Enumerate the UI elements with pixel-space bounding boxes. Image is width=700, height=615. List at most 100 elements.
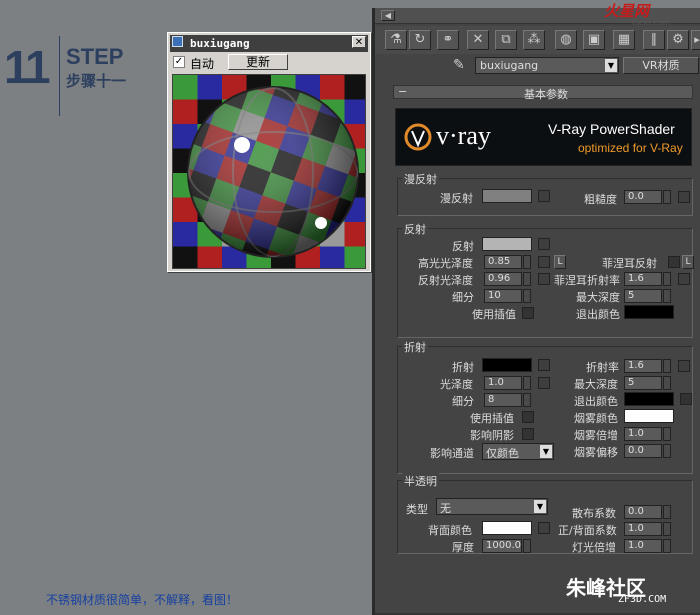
unique-icon[interactable]: ⁂ [523,30,545,50]
refl-subdivs-arrows[interactable] [523,289,531,303]
roughness-spinner-arrows[interactable] [663,190,671,204]
chevron-down-icon[interactable]: ▼ [605,59,617,72]
refl-gloss-arrows[interactable] [523,272,531,286]
ior-map-button[interactable] [678,360,690,372]
refr-gloss-spinner[interactable]: 1.0 [484,376,522,390]
material-type-button[interactable]: VR材质 [623,57,699,74]
trans-type-dropdown[interactable]: 无 ▼ [436,498,548,515]
fog-color-label: 烟雾颜色 [574,412,618,425]
scatter-arrows[interactable] [663,505,671,519]
refr-max-depth-arrows[interactable] [663,376,671,390]
refr-gloss-map-button[interactable] [538,377,550,389]
refract-map-button[interactable] [538,359,550,371]
reflect-label: 反射 [452,240,474,253]
affect-channels-dropdown[interactable]: 仅颜色 ▼ [482,443,554,460]
ior-arrows[interactable] [663,359,671,373]
refr-exit-color-swatch[interactable] [624,392,674,406]
caption-note: 不锈钢材质很简单，不解释，看图！ [46,593,239,607]
fog-mult-spinner[interactable]: 1.0 [624,427,662,441]
diffuse-label: 漫反射 [440,192,473,205]
refl-subdivs-spinner[interactable]: 10 [484,289,522,303]
preview-toolbar: ✓ 自动 更新 [170,53,368,71]
hilight-gloss-arrows[interactable] [523,255,531,269]
chevron-down-icon[interactable]: ▼ [540,445,552,458]
thickness-arrows[interactable] [523,539,531,553]
material-name-field[interactable]: buxiugang ▼ [475,57,619,74]
affect-shadows-checkbox[interactable] [522,428,534,440]
refract-color-swatch[interactable] [482,358,532,372]
fresnel-lock-button[interactable]: L [682,255,694,269]
light-mult-arrows[interactable] [663,539,671,553]
chevron-down-icon[interactable]: ▼ [534,500,546,513]
diffuse-map-button[interactable] [538,190,550,202]
roughness-spinner[interactable]: 0.0 [624,190,662,204]
fog-bias-spinner[interactable]: 0.0 [624,444,662,458]
put-to-scene-icon[interactable]: ↻ [409,30,431,50]
roughness-map-button[interactable] [678,191,690,203]
fresnel-checkbox[interactable] [668,256,680,268]
fog-color-swatch[interactable] [624,409,674,423]
hilight-lock-button[interactable]: L [554,255,566,269]
vray-logo-text: v·ray [436,121,491,150]
refl-subdivs-label: 细分 [452,291,474,304]
scatter-spinner[interactable]: 0.0 [624,505,662,519]
refl-gloss-map-button[interactable] [538,273,550,285]
show-end-result-icon[interactable]: ∥ [643,30,665,50]
refl-max-depth-label: 最大深度 [576,291,620,304]
fresnel-ior-spinner[interactable]: 1.6 [624,272,662,286]
hxsd-watermark-url: hxsd.com [632,18,671,27]
get-material-icon[interactable]: ⚗ [385,30,407,50]
ior-spinner[interactable]: 1.6 [624,359,662,373]
refl-max-depth-arrows[interactable] [663,289,671,303]
trans-type-label: 类型 [406,503,428,516]
reflect-map-button[interactable] [538,238,550,250]
hilight-gloss-map-button[interactable] [538,256,550,268]
hilight-gloss-label: 高光光泽度 [418,257,473,270]
pick-material-eyedropper-icon[interactable]: ✎ [453,57,469,75]
vray-banner-line2: optimized for V-Ray [578,141,683,155]
go-forward-icon[interactable]: ▸ [691,30,700,50]
refraction-group-title: 折射 [402,339,428,355]
back-color-map-button[interactable] [538,522,550,534]
refr-subdivs-arrows[interactable] [523,393,531,407]
fresnel-ior-arrows[interactable] [663,272,671,286]
zf3d-watermark-url: ZF3D.COM [618,594,667,605]
go-to-parent-icon[interactable]: ⚙ [667,30,689,50]
refl-use-interp-checkbox[interactable] [522,307,534,319]
auto-checkbox[interactable]: ✓ [173,56,185,68]
vray-banner-line1: V-Ray PowerShader [548,121,675,137]
refl-max-depth-spinner[interactable]: 5 [624,289,662,303]
material-id-icon[interactable]: ▣ [583,30,605,50]
assign-material-icon[interactable]: ⚭ [437,30,459,50]
scroll-left-button[interactable]: ◀ [381,10,395,21]
copy-material-icon[interactable]: ⧉ [495,30,517,50]
reflect-color-swatch[interactable] [482,237,532,251]
fog-mult-arrows[interactable] [663,427,671,441]
refr-max-depth-spinner[interactable]: 5 [624,376,662,390]
material-editor-panel: ◀ ⚗ ↻ ⚭ ✕ ⧉ ⁂ ◍ ▣ ▦ ∥ ⚙ ▸ ✎ buxiugang ▼ … [372,8,700,615]
refr-use-interp-checkbox[interactable] [522,411,534,423]
thickness-spinner[interactable]: 1000.0 [482,539,522,553]
save-to-library-icon[interactable]: ◍ [555,30,577,50]
fresnel-ior-label: 菲涅耳折射率 [554,274,620,287]
refr-subdivs-spinner[interactable]: 8 [484,393,522,407]
refl-exit-color-label: 退出颜色 [576,308,620,321]
rollout-header[interactable]: − 基本参数 [393,85,693,101]
diffuse-color-swatch[interactable] [482,189,532,203]
light-mult-spinner[interactable]: 1.0 [624,539,662,553]
reset-map-icon[interactable]: ✕ [467,30,489,50]
refr-exit-color-checkbox[interactable] [680,393,692,405]
fwd-back-spinner[interactable]: 1.0 [624,522,662,536]
refl-exit-color-swatch[interactable] [624,305,674,319]
refr-gloss-arrows[interactable] [523,376,531,390]
close-button[interactable]: ✕ [352,36,366,48]
fwd-back-arrows[interactable] [663,522,671,536]
hilight-gloss-spinner[interactable]: 0.85 [484,255,522,269]
fog-bias-arrows[interactable] [663,444,671,458]
back-color-swatch[interactable] [482,521,532,535]
update-button[interactable]: 更新 [228,54,288,70]
preview-title-bar[interactable]: buxiugang [170,35,368,52]
show-map-icon[interactable]: ▦ [613,30,635,50]
fresnel-ior-map-button[interactable] [678,273,690,285]
refl-gloss-spinner[interactable]: 0.96 [484,272,522,286]
